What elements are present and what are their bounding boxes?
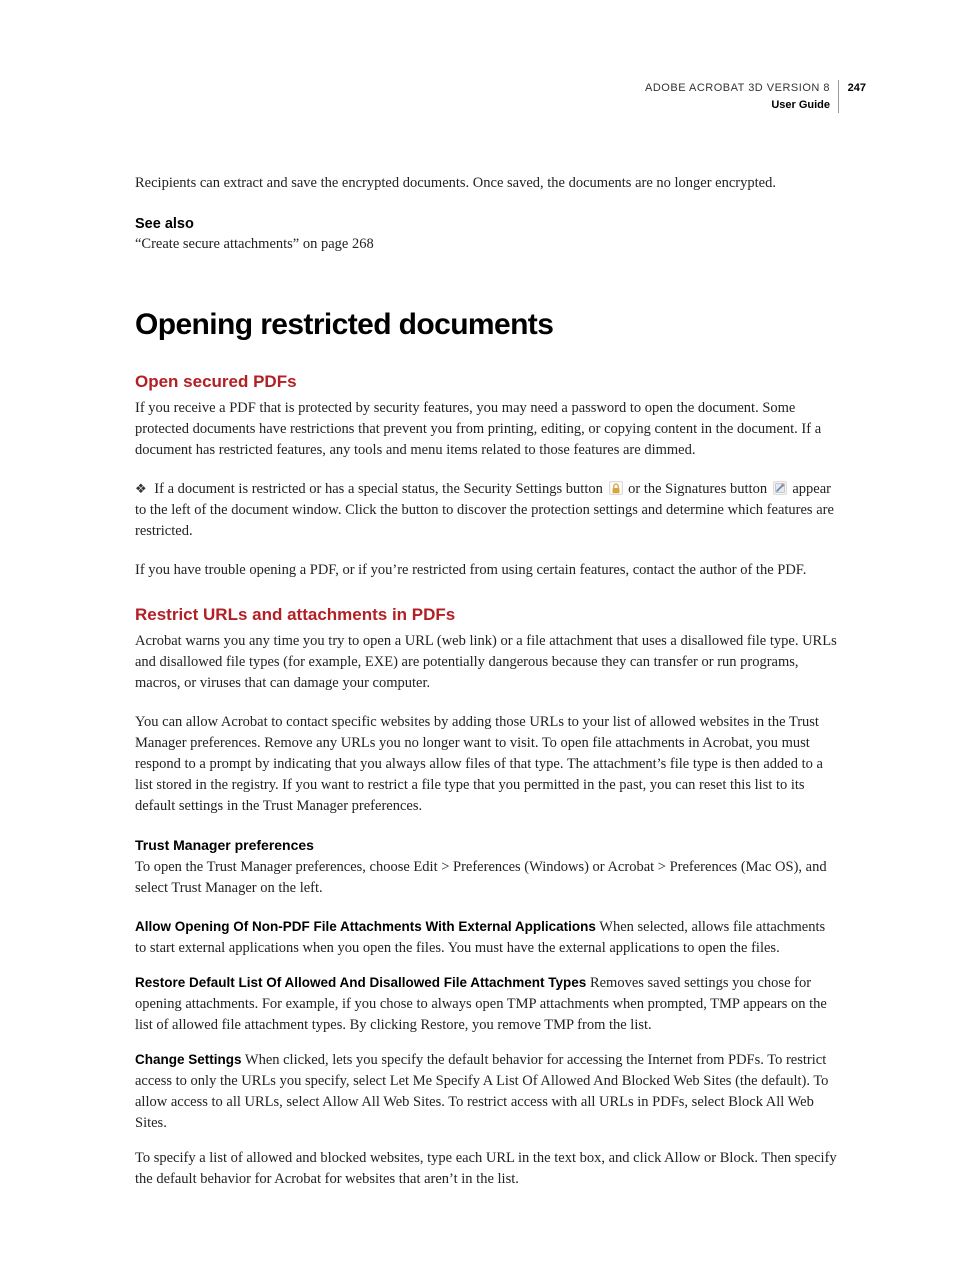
section1-bullet: ❖ If a document is restricted or has a s… (135, 479, 839, 542)
section1-para3: If you have trouble opening a PDF, or if… (135, 560, 839, 581)
see-also-link[interactable]: “Create secure attachments” on page 268 (135, 236, 839, 253)
definition-change-settings: Change Settings When clicked, lets you s… (135, 1050, 839, 1134)
def-label-allow-opening: Allow Opening Of Non-PDF File Attachment… (135, 919, 596, 934)
signatures-icon (773, 481, 787, 495)
section3-para1: To open the Trust Manager preferences, c… (135, 857, 839, 899)
doc-type: User Guide (771, 99, 830, 111)
def-label-restore-default: Restore Default List Of Allowed And Disa… (135, 975, 586, 990)
document-page: ADOBE ACROBAT 3D VERSION 8 247 User Guid… (0, 0, 954, 1268)
see-also-heading: See also (135, 216, 839, 232)
page-header: ADOBE ACROBAT 3D VERSION 8 247 User Guid… (135, 80, 839, 113)
section2-para1: Acrobat warns you any time you try to op… (135, 631, 839, 694)
definition-restore-default: Restore Default List Of Allowed And Disa… (135, 973, 839, 1036)
definition-allow-opening: Allow Opening Of Non-PDF File Attachment… (135, 917, 839, 959)
product-name: ADOBE ACROBAT 3D VERSION 8 (645, 82, 830, 94)
section-heading-open-secured: Open secured PDFs (135, 372, 839, 392)
def-label-change-settings: Change Settings (135, 1052, 242, 1067)
page-number: 247 (848, 80, 866, 97)
bullet-text-mid: or the Signatures button (628, 481, 771, 497)
bullet-marker-icon: ❖ (135, 481, 147, 496)
section1-para1: If you receive a PDF that is protected b… (135, 398, 839, 461)
bullet-text-pre: If a document is restricted or has a spe… (154, 481, 606, 497)
intro-paragraph: Recipients can extract and save the encr… (135, 173, 839, 194)
section2-para2: You can allow Acrobat to contact specifi… (135, 712, 839, 817)
trust-manager-heading: Trust Manager preferences (135, 837, 839, 853)
main-heading: Opening restricted documents (135, 308, 839, 342)
section3-final-para: To specify a list of allowed and blocked… (135, 1148, 839, 1190)
section-heading-restrict-urls: Restrict URLs and attachments in PDFs (135, 605, 839, 625)
security-lock-icon (609, 481, 623, 495)
